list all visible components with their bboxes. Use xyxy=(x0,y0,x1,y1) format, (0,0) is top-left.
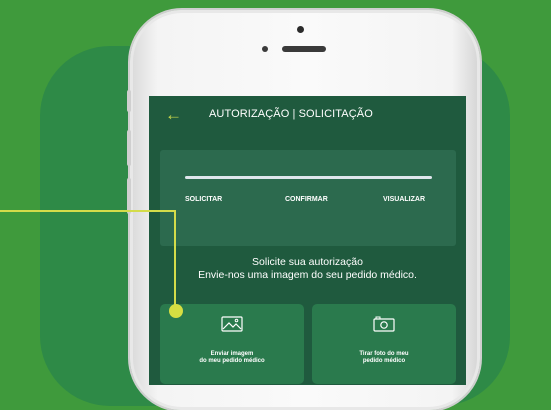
upload-image-label: Enviar imagem do meu pedido médico xyxy=(160,351,304,365)
earpiece-speaker xyxy=(282,46,326,52)
app-header: ← AUTORIZAÇÃO | SOLICITAÇÃO xyxy=(149,96,466,136)
photo-label-line1: Tirar foto do meu xyxy=(359,351,409,357)
volume-up-button xyxy=(127,130,131,166)
front-camera xyxy=(297,26,304,33)
proximity-sensor xyxy=(262,46,268,52)
callout-dot xyxy=(169,304,183,318)
app-screen: ← AUTORIZAÇÃO | SOLICITAÇÃO SOLICITAR CO… xyxy=(149,96,466,385)
step-visualizar: VISUALIZAR xyxy=(383,196,425,203)
step-confirmar: CONFIRMAR xyxy=(285,196,328,203)
instructions-heading: Solicite sua autorização xyxy=(252,256,363,268)
step-solicitar: SOLICITAR xyxy=(185,196,223,203)
progress-stepper: SOLICITAR CONFIRMAR VISUALIZAR xyxy=(160,150,456,246)
camera-icon xyxy=(312,316,456,332)
upload-image-button[interactable]: Enviar imagem do meu pedido médico xyxy=(160,304,304,384)
volume-down-button xyxy=(127,178,131,214)
page-title: AUTORIZAÇÃO | SOLICITAÇÃO xyxy=(209,108,373,120)
upload-label-line1: Enviar imagem xyxy=(210,351,254,357)
upload-label-line2: do meu pedido médico xyxy=(199,358,265,364)
photo-label-line2: pedido médico xyxy=(362,358,406,364)
instructions-subtext: Envie-nos uma imagem do seu pedido médic… xyxy=(198,269,417,281)
callout-connector-line xyxy=(0,210,176,312)
image-icon xyxy=(160,316,304,332)
take-photo-label: Tirar foto do meu pedido médico xyxy=(312,351,456,365)
instructions-text: Solicite sua autorização Envie-nos uma i… xyxy=(149,256,466,282)
take-photo-button[interactable]: Tirar foto do meu pedido médico xyxy=(312,304,456,384)
mute-switch xyxy=(127,90,131,112)
arrow-left-icon[interactable]: ← xyxy=(165,105,182,125)
progress-bar xyxy=(185,176,432,179)
